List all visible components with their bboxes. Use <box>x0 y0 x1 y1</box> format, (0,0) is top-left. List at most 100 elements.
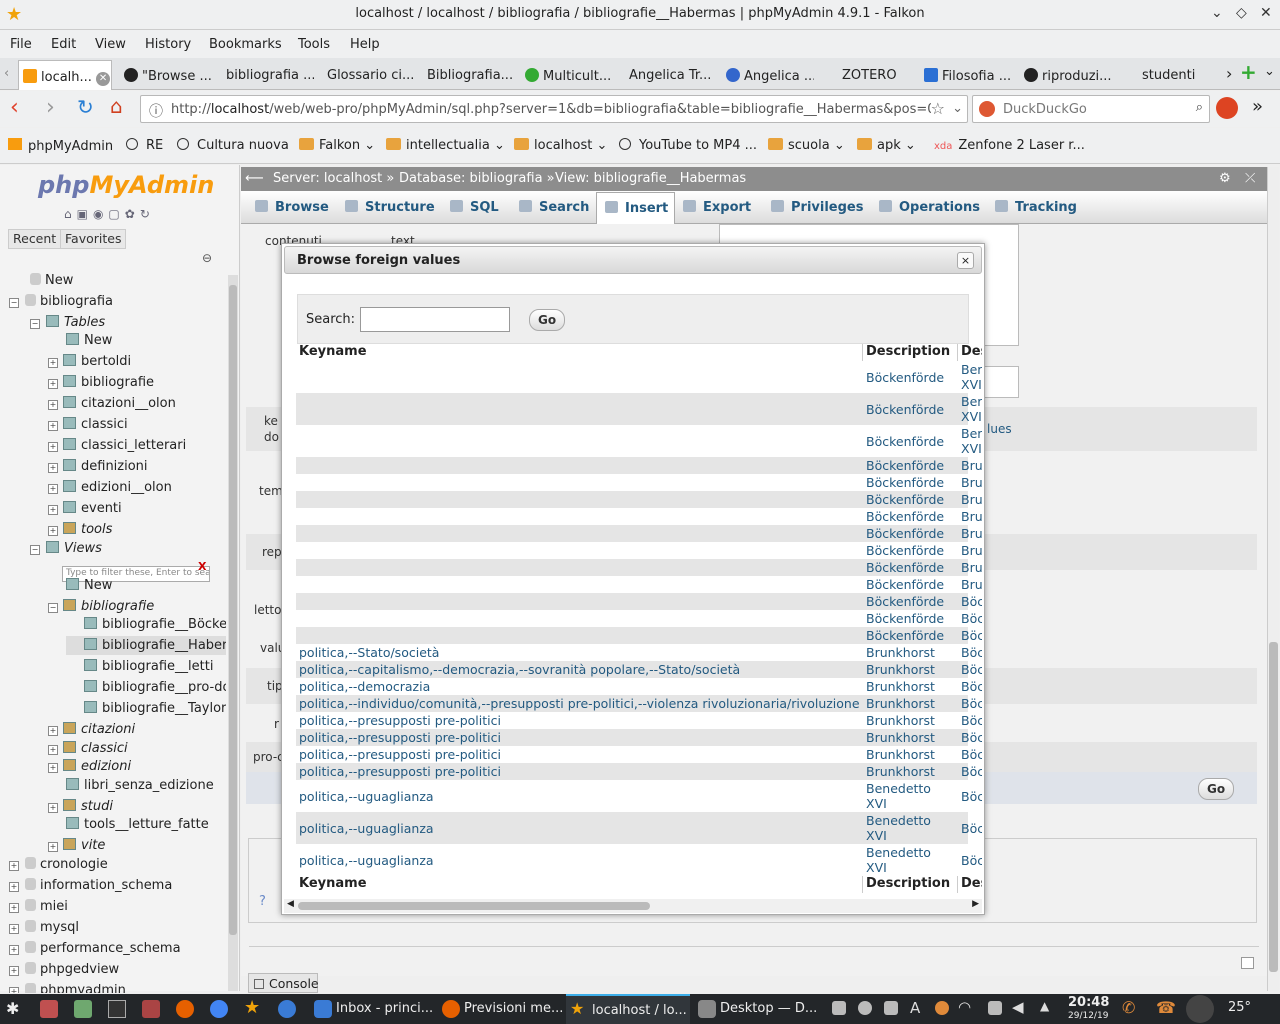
description2-link[interactable]: Bru <box>961 475 982 490</box>
browser-tab[interactable]: "Browse ... <box>120 60 215 90</box>
description2-link[interactable]: Böc <box>961 611 982 626</box>
settings-gear-icon[interactable]: ⚙ <box>1219 171 1231 186</box>
input-method-icon[interactable]: A <box>910 999 920 1017</box>
keyname-link[interactable]: politica,--Stato/società <box>299 645 859 660</box>
menu-file[interactable]: File <box>10 37 32 52</box>
description-link[interactable]: Brunkhorst <box>866 662 954 677</box>
phone-icon[interactable]: ✆ <box>1122 998 1135 1017</box>
expand-icon[interactable]: + <box>48 763 58 773</box>
tree-db[interactable]: + mysql <box>9 920 79 935</box>
description2-link[interactable]: Böc <box>961 628 982 643</box>
files-app-icon[interactable] <box>74 1000 92 1018</box>
breadcrumb-view[interactable]: View: bibliografie__Habermas <box>555 171 746 186</box>
description2-link[interactable]: Bru <box>961 492 982 507</box>
expand-icon[interactable]: + <box>48 442 58 452</box>
collapse-icon[interactable]: − <box>30 319 40 329</box>
description2-link[interactable]: Bru <box>961 458 982 473</box>
search-input[interactable] <box>360 307 510 332</box>
keyname-link[interactable]: politica,--uguaglianza <box>299 821 859 836</box>
expand-icon[interactable]: + <box>48 421 58 431</box>
description2-link[interactable]: Böc <box>961 730 982 745</box>
column-header-desc[interactable]: Description <box>863 344 958 361</box>
tree-db[interactable]: + performance_schema <box>9 941 181 956</box>
tree-table-group[interactable]: + tools <box>48 522 112 537</box>
keyname-link[interactable]: politica,--individuo/comunità,--presuppo… <box>299 696 859 711</box>
bookmark-item[interactable]: phpMyAdmin <box>8 138 113 154</box>
media-icon[interactable] <box>858 1001 872 1015</box>
tab-export[interactable]: Export <box>683 200 751 215</box>
keyname-link[interactable]: politica,--presupposti pre-politici <box>299 713 859 728</box>
tree-table[interactable]: + eventi <box>48 501 122 516</box>
tree-db[interactable]: + miei <box>9 899 68 914</box>
tree-view[interactable]: bibliografie__Taylor <box>84 701 226 716</box>
expand-icon[interactable]: + <box>9 924 19 934</box>
pma-logo[interactable]: phpMyAdmin <box>38 171 214 199</box>
clear-filter-icon[interactable]: X <box>198 560 206 573</box>
page-scroll-thumb[interactable] <box>1269 642 1278 972</box>
link-icon[interactable]: ⊖ <box>202 251 212 265</box>
column-header-desc[interactable]: Description <box>863 876 958 893</box>
bookmark-item[interactable]: RE <box>126 138 163 153</box>
description-link[interactable]: Böckenförde <box>866 543 954 558</box>
tree-view-group[interactable]: + classici <box>48 741 128 756</box>
description2-link[interactable]: Böc <box>961 679 982 694</box>
help-icon[interactable]: ? <box>259 894 266 909</box>
tab-scroll-left-icon[interactable]: ‹ <box>4 66 9 81</box>
description-link[interactable]: Böckenförde <box>866 492 954 507</box>
tree-table[interactable]: + classici_letterari <box>48 438 186 453</box>
tab-scroll-right-icon[interactable]: › <box>1226 64 1232 83</box>
info-icon[interactable]: ⓘ <box>149 101 163 121</box>
tab-structure[interactable]: Structure <box>345 200 435 215</box>
description-link[interactable]: Brunkhorst <box>866 747 954 762</box>
description-link[interactable]: Brunkhorst <box>866 679 954 694</box>
description-link[interactable]: Benedetto XVI <box>866 781 954 811</box>
taskbar-window[interactable]: Inbox - princi... <box>310 994 434 1024</box>
more-tools-icon[interactable]: » <box>1252 96 1263 117</box>
search-icon[interactable]: ⌕ <box>1196 100 1203 115</box>
tab-search[interactable]: Search <box>519 200 589 215</box>
bookmark-folder[interactable]: Falkon ⌄ <box>299 138 375 153</box>
keyname-link[interactable]: politica,--presupposti pre-politici <box>299 730 859 745</box>
browser-tab[interactable]: localh... ✕ <box>18 60 112 90</box>
description-link[interactable]: Böckenförde <box>866 370 954 385</box>
bookmark-item[interactable]: YouTube to MP4 ... <box>619 138 757 153</box>
tree-views-group[interactable]: − Views <box>30 541 102 556</box>
tab-insert[interactable]: Insert <box>596 192 676 224</box>
description2-link[interactable]: Bru <box>961 577 982 592</box>
browser-tab[interactable]: Bibliografia... <box>423 60 515 90</box>
browser-tab[interactable]: Filosofia ... <box>920 60 1015 90</box>
settings-app-icon[interactable] <box>40 1000 58 1018</box>
expand-icon[interactable]: + <box>48 842 58 852</box>
description-link[interactable]: Benedetto XVI <box>866 813 954 843</box>
page-scrollbar[interactable] <box>1267 167 1279 991</box>
search-engine-box[interactable]: DuckDuckGo ⌕ <box>972 95 1210 123</box>
page-settings-icon[interactable] <box>1241 957 1254 969</box>
browser-tab[interactable]: riproduzi... <box>1020 60 1115 90</box>
expand-icon[interactable]: + <box>48 463 58 473</box>
expand-icon[interactable]: + <box>48 803 58 813</box>
expand-icon[interactable]: + <box>48 505 58 515</box>
tree-view-group[interactable]: + citazioni <box>48 722 135 737</box>
tree-db[interactable]: + information_schema <box>9 878 172 893</box>
weather-icon[interactable] <box>935 1001 949 1015</box>
tree-view-group[interactable]: + vite <box>48 838 105 853</box>
description-link[interactable]: Böckenförde <box>866 594 954 609</box>
tab-privileges[interactable]: Privileges <box>771 200 863 215</box>
tree-db[interactable]: + phpgedview <box>9 962 119 977</box>
close-window-icon[interactable]: ✕ <box>1260 5 1272 21</box>
collapse-icon[interactable]: − <box>48 603 58 613</box>
tree-db-bibliografia[interactable]: − bibliografia <box>9 294 113 309</box>
collapse-icon[interactable]: − <box>9 298 19 308</box>
favorites-button[interactable]: Favorites <box>60 229 127 249</box>
console-toggle[interactable]: Console <box>248 973 319 993</box>
browser-tab[interactable]: Angelica ... <box>722 60 814 90</box>
dialog-horizontal-scrollbar[interactable]: ◀ ▶ <box>284 899 982 913</box>
menu-history[interactable]: History <box>145 37 191 52</box>
scroll-right-icon[interactable]: ▶ <box>972 899 979 909</box>
bookmark-item[interactable]: Cultura nuova <box>177 138 289 153</box>
expand-icon[interactable]: + <box>48 379 58 389</box>
description2-link[interactable]: Böc <box>961 713 982 728</box>
tree-view[interactable]: bibliografie__Böckenf <box>84 617 226 632</box>
tree-view-group[interactable]: + studi <box>48 799 113 814</box>
taskbar-window-active[interactable]: ★ localhost / lo... <box>566 994 690 1024</box>
